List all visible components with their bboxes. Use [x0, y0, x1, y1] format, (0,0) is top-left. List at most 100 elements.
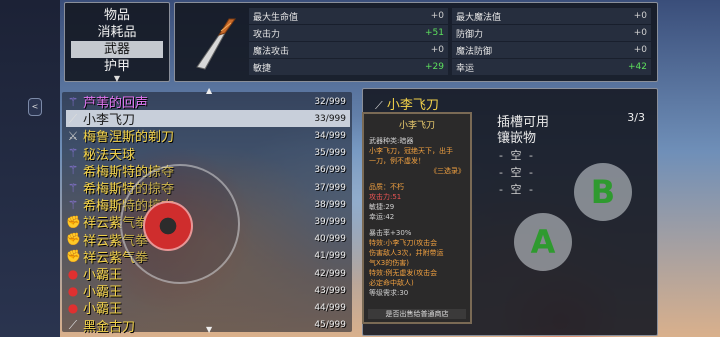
stat-label: 敏捷 [253, 63, 272, 74]
boxing-glove-icon: ● [67, 266, 79, 281]
stats-grid: 最大生命值 +0 最大魔法值 +0 攻击力 +51 防御力 +0 魔法攻击 +0 魔法防御 +0 敏捷 +… [249, 8, 651, 75]
stat-label: 魔法攻击 [253, 46, 290, 57]
staff-icon: ⚚ [67, 94, 79, 109]
slot-count: 3/3 [627, 111, 645, 124]
tooltip-line: 一刀，例不虚发！ [369, 157, 425, 165]
tooltip-line: 必定命中敌人) [369, 279, 414, 287]
item-tooltip: 小李飞刀 武器种类:暗器小李飞刀，冠绝天下，出手 一刀，例不虚发！ 《三选录》 品… [362, 112, 472, 324]
tooltip-line: 武器种类:暗器 [369, 137, 414, 145]
chevron-down-icon[interactable]: ▼ [65, 75, 169, 83]
stat-value: +0 [633, 45, 647, 55]
slot-empty[interactable]: - 空 - [499, 181, 535, 197]
tooltip-line: 气X3的伤害) [369, 259, 409, 267]
staff-icon: ⚚ [67, 197, 79, 212]
item-count: 39/999 [314, 216, 346, 227]
slot-empty[interactable]: - 空 - [499, 164, 535, 180]
tooltip-quote: 《三选录》 [430, 167, 465, 175]
item-count: 33/999 [314, 113, 346, 124]
tooltip-line: 敏捷:29 [369, 203, 395, 211]
scroll-down-icon[interactable]: ▼ [206, 325, 212, 334]
fist-icon: ✊ [66, 249, 81, 264]
stat-value: +0 [633, 11, 647, 21]
staff-icon: ⚚ [67, 146, 79, 161]
item-count: 35/999 [314, 148, 346, 159]
category-panel: 物品 消耗品 武器 护甲 ▼ [64, 2, 170, 83]
item-count: 45/999 [314, 320, 346, 331]
tooltip-line: 暴击率+30% [369, 229, 412, 237]
item-name: 芦苇的回声 [83, 96, 149, 111]
item-count: 38/999 [314, 199, 346, 210]
stat-value: +0 [430, 45, 444, 55]
item-name: 小霸王 [83, 302, 123, 318]
item-count: 34/999 [314, 130, 346, 141]
stat-row: 魔法防御 +0 [452, 42, 651, 58]
staff-icon: ⚚ [67, 163, 79, 178]
item-count: 36/999 [314, 165, 346, 176]
stat-label: 幸运 [456, 63, 475, 74]
boxing-glove-icon: ● [67, 300, 79, 315]
category-armor[interactable]: 护甲 [65, 58, 169, 75]
joystick-knob[interactable] [143, 201, 193, 251]
tooltip-line: 小李飞刀，冠绝天下，出手 [369, 147, 453, 155]
slot-empty[interactable]: - 空 - [499, 147, 535, 163]
boxing-glove-icon: ● [67, 283, 79, 298]
category-consumables[interactable]: 消耗品 [65, 24, 169, 41]
item-count: 43/999 [314, 285, 346, 296]
knife-icon: ⟋ [375, 99, 383, 112]
stat-label: 最大魔法值 [456, 12, 502, 23]
knife-icon: ⟋ [68, 111, 78, 126]
item-row[interactable]: ● 小霸王 43/999 [66, 282, 350, 301]
item-row[interactable]: ⚚ 秘法天球 35/999 [66, 145, 350, 163]
stat-row: 幸运 +42 [452, 59, 651, 75]
tooltip-line: 攻击力:51 [369, 193, 402, 201]
staff-icon: ⚚ [67, 180, 79, 195]
stat-row: 敏捷 +29 [249, 59, 448, 75]
stat-value: +29 [425, 62, 444, 72]
tooltip-line: 特效:小李飞刀(攻击会 [369, 239, 438, 247]
stat-label: 最大生命值 [253, 12, 299, 23]
item-count: 40/999 [314, 234, 346, 245]
stat-label: 魔法防御 [456, 46, 493, 57]
item-name: 梅鲁涅斯的剃刀 [83, 130, 175, 146]
item-count: 44/999 [314, 302, 346, 313]
tooltip-line: 品质：不朽 [369, 183, 404, 191]
stat-row: 攻击力 +51 [249, 25, 448, 41]
detail-title: ⟋ 小李飞刀 [375, 98, 439, 113]
item-count: 42/999 [314, 268, 346, 279]
stat-row: 防御力 +0 [452, 25, 651, 41]
stat-value: +42 [628, 62, 647, 72]
side-collapse-button[interactable]: < [28, 98, 42, 116]
tooltip-line: 特效:例无虚发(攻击会 [369, 269, 438, 277]
item-count: 41/999 [314, 251, 346, 262]
category-items[interactable]: 物品 [65, 7, 169, 24]
stat-value: +0 [430, 11, 444, 21]
sword-icon: ⚔ [67, 128, 79, 143]
item-row[interactable]: ● 小霸王 44/999 [66, 299, 350, 318]
b-button[interactable]: B [574, 163, 632, 221]
fist-icon: ✊ [66, 232, 81, 247]
item-count: 37/999 [314, 182, 346, 193]
fist-icon: ✊ [66, 214, 81, 229]
stat-row: 最大生命值 +0 [249, 8, 448, 24]
tooltip-line: 幸运:42 [369, 213, 395, 221]
inlay-label: 镶嵌物 [497, 131, 537, 146]
a-button[interactable]: A [514, 213, 572, 271]
item-row[interactable]: ⚔ 梅鲁涅斯的剃刀 34/999 [66, 127, 350, 146]
stat-row: 魔法攻击 +0 [249, 42, 448, 58]
item-row[interactable]: ⟋ 小李飞刀 33/999 [66, 110, 350, 129]
sell-button[interactable]: 是否出售给普通商店 [368, 309, 466, 319]
stat-row: 最大魔法值 +0 [452, 8, 651, 24]
tooltip-line: 等级需求:30 [369, 289, 409, 297]
stat-label: 防御力 [456, 29, 484, 40]
item-row[interactable]: ⚚ 芦苇的回声 32/999 [66, 93, 350, 112]
tooltip-title: 小李飞刀 [398, 121, 435, 131]
item-name: 小李飞刀 [83, 113, 136, 129]
item-name: 黑金古刀 [83, 319, 136, 335]
stat-label: 攻击力 [253, 29, 281, 40]
knife-icon [196, 18, 236, 70]
item-count: 32/999 [314, 96, 346, 107]
stat-value: +0 [633, 28, 647, 38]
item-name: 秘法天球 [83, 147, 136, 163]
category-weapons[interactable]: 武器 [71, 41, 163, 58]
left-edge-panel [0, 0, 60, 337]
